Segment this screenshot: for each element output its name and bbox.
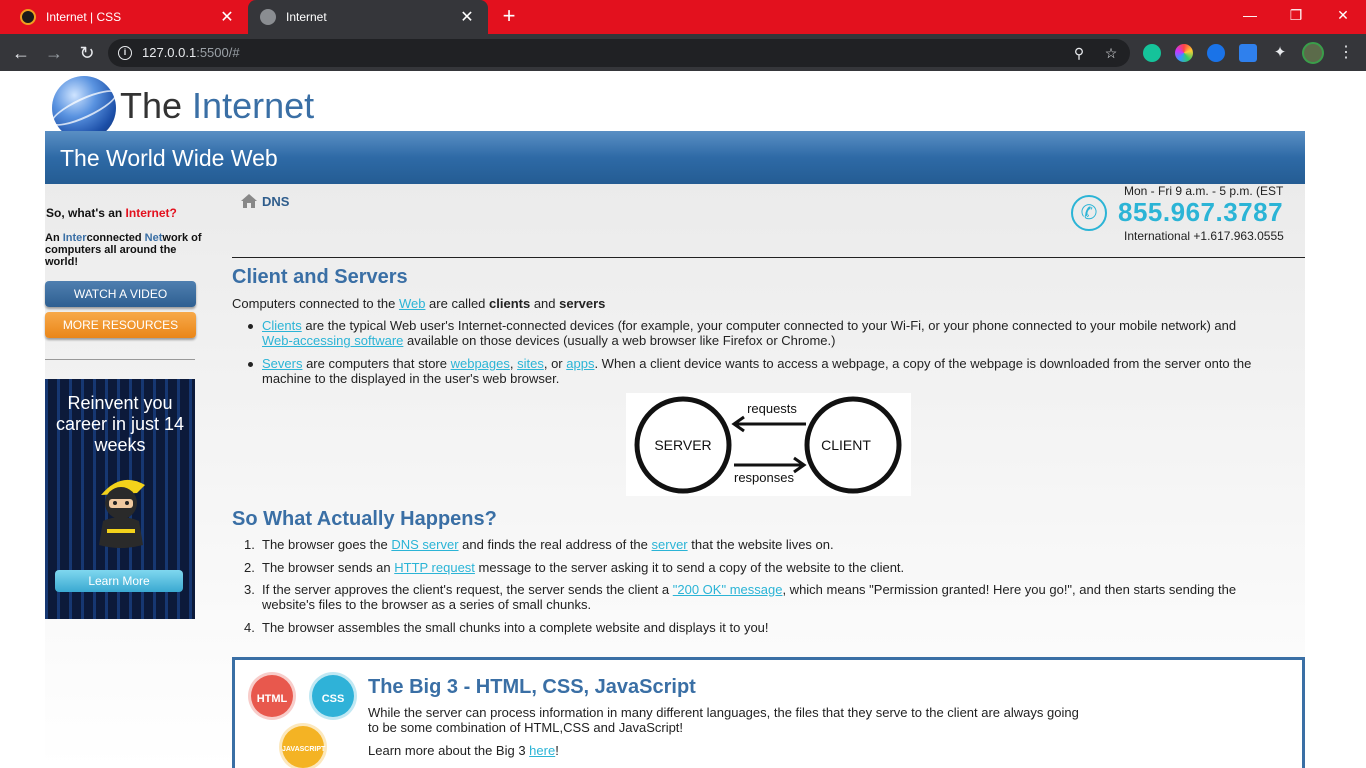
- minimize-icon[interactable]: —: [1238, 4, 1262, 26]
- big3-text: While the server can process information…: [368, 705, 1079, 735]
- breadcrumb-label[interactable]: DNS: [262, 194, 289, 209]
- step-1: The browser goes the DNS server and find…: [262, 537, 834, 552]
- header-banner: The World Wide Web: [45, 131, 1305, 184]
- intro-paragraph: Computers connected to the Web are calle…: [232, 296, 606, 311]
- forward-arrow-icon[interactable]: →: [42, 41, 66, 65]
- tab-title: Internet | CSS: [46, 10, 122, 24]
- css3-badge-icon: CSS: [309, 672, 357, 720]
- 200-ok-link[interactable]: "200 OK" message: [673, 582, 783, 597]
- web-accessing-software-link[interactable]: Web-accessing software: [262, 333, 403, 348]
- site-logo-text[interactable]: The Internet: [120, 85, 314, 127]
- bullet-clients: Clients are the typical Web user's Inter…: [262, 318, 1237, 348]
- home-icon[interactable]: [240, 193, 258, 209]
- server-label: SERVER: [654, 437, 711, 453]
- learn-more-button[interactable]: Learn More: [55, 570, 183, 592]
- sidebar-question: So, what's an Internet?: [46, 206, 177, 220]
- globe-favicon-icon: [260, 9, 276, 25]
- javascript-badge-icon: JAVASCRIPT: [279, 723, 327, 768]
- banner-title: The World Wide Web: [60, 145, 278, 171]
- web-link[interactable]: Web: [399, 296, 426, 311]
- phone-number[interactable]: 855.967.3787: [1118, 197, 1283, 228]
- close-tab-icon[interactable]: ✕: [218, 8, 236, 26]
- step-2: The browser sends an HTTP request messag…: [262, 560, 905, 575]
- international-phone: International +1.617.963.0555: [1124, 229, 1284, 243]
- watch-video-button[interactable]: WATCH A VIDEO: [45, 281, 196, 307]
- url-text[interactable]: 127.0.0.1:5500/#: [142, 45, 240, 60]
- breadcrumb[interactable]: DNS: [240, 193, 289, 209]
- site-favicon-icon: [20, 9, 36, 25]
- browser-toolbar: ← → ↻ i 127.0.0.1:5500/# ⚲ ☆ ✦ ⋮: [0, 34, 1366, 71]
- sidebar-definition: An Interconnected Network of computers a…: [45, 232, 202, 268]
- sites-link[interactable]: sites: [517, 356, 544, 371]
- big3-here-link[interactable]: here: [529, 743, 555, 758]
- profile-avatar[interactable]: [1302, 42, 1324, 64]
- step-4: The browser assembles the small chunks i…: [262, 620, 769, 635]
- step-number: 4.: [244, 620, 255, 635]
- tab-internet-css[interactable]: Internet | CSS ✕: [8, 0, 248, 34]
- dns-server-link[interactable]: DNS server: [391, 537, 458, 552]
- browser-tab-bar: Internet | CSS ✕ Internet ✕ + — ❐ ✕: [0, 0, 1366, 34]
- bootcamp-ad[interactable]: Reinvent you career in just 14 weeks Lea…: [45, 379, 195, 619]
- close-tab-icon[interactable]: ✕: [458, 8, 476, 26]
- client-server-diagram: SERVER CLIENT requests responses: [626, 393, 911, 496]
- content-divider: [232, 257, 1305, 258]
- http-request-link[interactable]: HTTP request: [394, 560, 475, 575]
- color-extension-icon[interactable]: [1175, 44, 1193, 62]
- ninja-mascot-icon: [99, 479, 145, 548]
- section-heading-clients-servers: Client and Servers: [232, 266, 408, 288]
- web-page: The Internet The World Wide Web So, what…: [0, 71, 1366, 768]
- step-3: If the server approves the client's requ…: [262, 582, 1237, 612]
- reload-icon[interactable]: ↻: [75, 41, 99, 65]
- puzzle-extensions-icon[interactable]: ✦: [1271, 44, 1289, 62]
- bullet-servers: Severs are computers that store webpages…: [262, 356, 1252, 386]
- restore-icon[interactable]: ❐: [1284, 4, 1308, 26]
- more-resources-button[interactable]: MORE RESOURCES: [45, 312, 196, 338]
- phone-icon: ✆: [1071, 195, 1107, 231]
- requests-label: requests: [747, 401, 797, 416]
- big3-title: The Big 3 - HTML, CSS, JavaScript: [368, 676, 696, 698]
- sidebar-divider: [45, 359, 195, 360]
- tab-internet[interactable]: Internet ✕: [248, 0, 488, 34]
- address-bar[interactable]: i 127.0.0.1:5500/# ⚲ ☆: [108, 39, 1130, 67]
- zoom-icon[interactable]: ⚲: [1070, 44, 1088, 62]
- bookmark-star-icon[interactable]: ☆: [1102, 44, 1120, 62]
- ad-text: Reinvent you career in just 14 weeks: [55, 393, 185, 455]
- code-extension-icon[interactable]: [1239, 44, 1257, 62]
- step-number: 3.: [244, 582, 255, 597]
- server-link[interactable]: server: [652, 537, 688, 552]
- severs-link[interactable]: Severs: [262, 356, 302, 371]
- window-close-icon[interactable]: ✕: [1331, 4, 1355, 26]
- step-number: 2.: [244, 560, 255, 575]
- grammarly-extension-icon[interactable]: [1143, 44, 1161, 62]
- section-heading-what-happens: So What Actually Happens?: [232, 508, 497, 530]
- bullet-marker: [248, 324, 253, 329]
- apps-link[interactable]: apps: [566, 356, 594, 371]
- webpages-link[interactable]: webpages: [451, 356, 510, 371]
- request-arrow: [731, 415, 806, 433]
- clients-link[interactable]: Clients: [262, 318, 302, 333]
- client-label: CLIENT: [821, 437, 871, 453]
- back-arrow-icon[interactable]: ←: [9, 41, 33, 65]
- office-hours: Mon - Fri 9 a.m. - 5 p.m. (EST: [1124, 184, 1284, 198]
- new-tab-button[interactable]: +: [498, 5, 520, 27]
- tab-title: Internet: [286, 10, 327, 24]
- menu-kebab-icon[interactable]: ⋮: [1338, 42, 1354, 62]
- wallet-extension-icon[interactable]: [1207, 44, 1225, 62]
- responses-label: responses: [734, 470, 794, 485]
- site-info-icon[interactable]: i: [118, 46, 132, 60]
- bullet-marker: [248, 362, 253, 367]
- html5-badge-icon: HTML: [248, 672, 296, 720]
- step-number: 1.: [244, 537, 255, 552]
- big3-learn-more: Learn more about the Big 3 here!: [368, 743, 559, 758]
